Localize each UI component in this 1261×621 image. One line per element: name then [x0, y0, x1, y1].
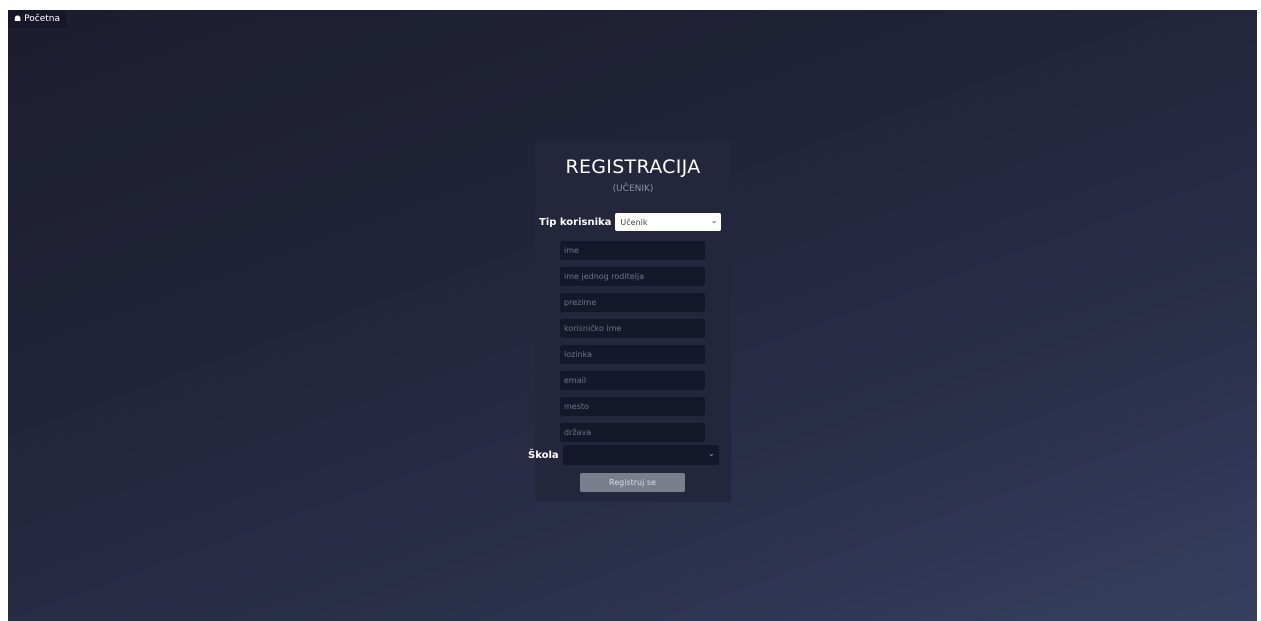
- country-input[interactable]: država: [560, 423, 705, 442]
- first-name-input[interactable]: ime: [560, 241, 705, 260]
- city-input[interactable]: mesto: [560, 397, 705, 416]
- form-subtitle: (UČENIK): [612, 184, 654, 194]
- user-type-select[interactable]: Učenik ⌄: [615, 213, 722, 231]
- register-button-label: Registruj se: [609, 478, 656, 487]
- home-link-label: Početna: [24, 14, 61, 24]
- username-placeholder: korisničko ime: [564, 324, 622, 333]
- last-name-input[interactable]: prezime: [560, 293, 705, 312]
- username-input[interactable]: korisničko ime: [560, 319, 705, 338]
- page-background: ☗ Početna REGISTRACIJA (UČENIK) Tip kori…: [8, 10, 1257, 621]
- school-row: Škola ⌄: [528, 445, 719, 465]
- register-button[interactable]: Registruj se: [580, 473, 685, 492]
- home-link[interactable]: ☗ Početna: [8, 10, 67, 28]
- user-type-label: Tip korisnika: [539, 216, 612, 228]
- registration-card: REGISTRACIJA (UČENIK) Tip korisnika Učen…: [528, 142, 731, 502]
- city-placeholder: mesto: [564, 402, 589, 411]
- country-placeholder: država: [564, 428, 592, 437]
- form-title: REGISTRACIJA: [565, 156, 701, 178]
- chevron-down-icon: ⌄: [710, 216, 718, 225]
- password-input[interactable]: lozinka: [560, 345, 705, 364]
- password-placeholder: lozinka: [564, 350, 593, 359]
- parent-name-input[interactable]: ime jednog roditelja: [560, 267, 705, 286]
- home-icon: ☗: [14, 14, 22, 23]
- chevron-down-icon: ⌄: [707, 449, 715, 458]
- school-label: Škola: [528, 449, 559, 461]
- first-name-placeholder: ime: [564, 246, 579, 255]
- last-name-placeholder: prezime: [564, 298, 597, 307]
- user-type-value: Učenik: [620, 217, 648, 227]
- school-select[interactable]: ⌄: [562, 445, 719, 465]
- email-placeholder: email: [564, 376, 587, 385]
- user-type-row: Tip korisnika Učenik ⌄: [539, 212, 725, 232]
- email-input[interactable]: email: [560, 371, 705, 390]
- parent-name-placeholder: ime jednog roditelja: [564, 272, 645, 281]
